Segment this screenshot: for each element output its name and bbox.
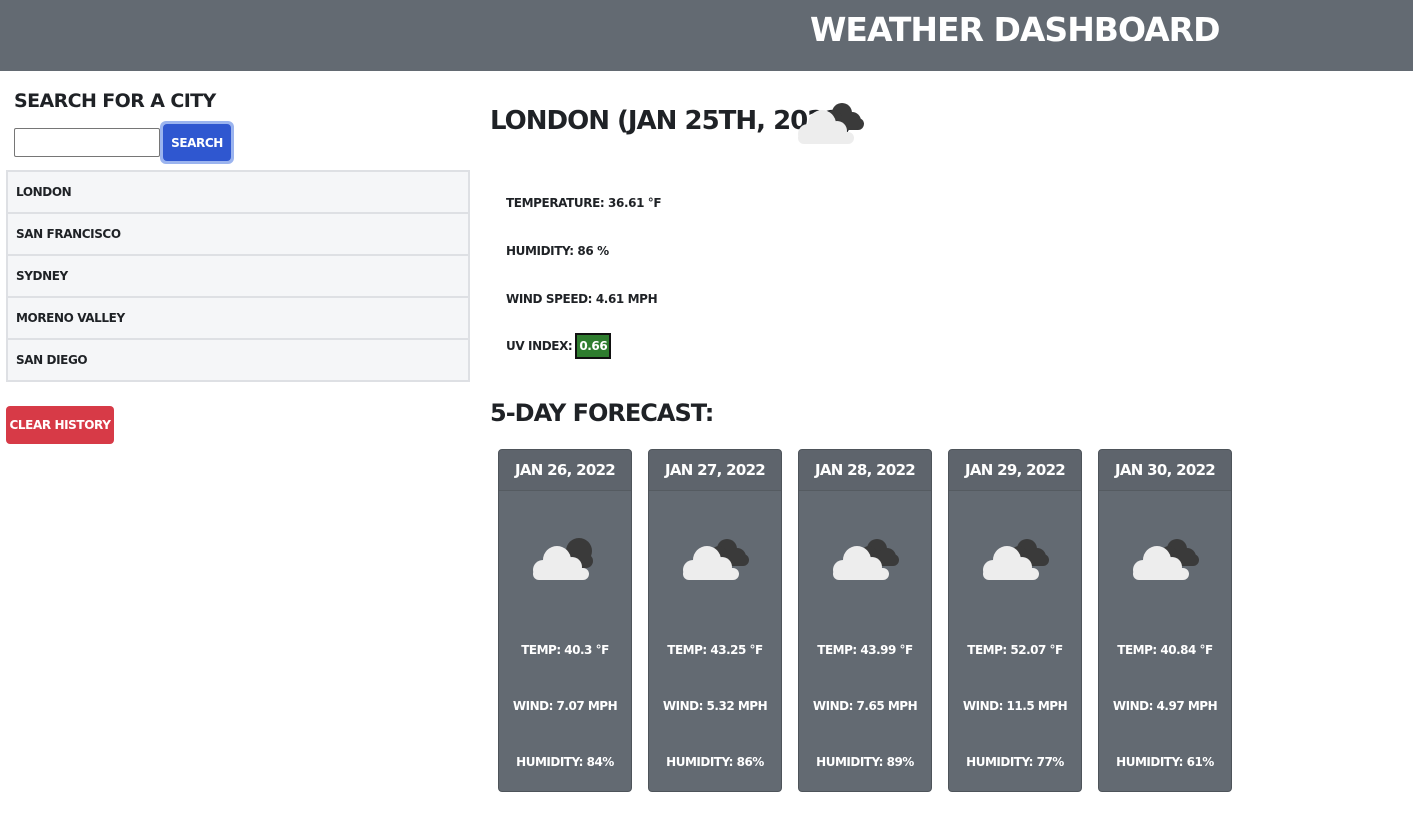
current-uv-row: UV Index: 0.66 bbox=[506, 333, 612, 359]
forecast-humidity: Humidity: 84% bbox=[516, 755, 614, 769]
broken-clouds-icon bbox=[683, 539, 749, 580]
city-search-input[interactable] bbox=[14, 128, 160, 157]
forecast-card: Jan 26, 2022 Temp: 40.3 °F Wind: 7.07 MP… bbox=[498, 449, 632, 792]
broken-clouds-icon bbox=[1133, 539, 1199, 580]
forecast-temp: Temp: 43.99 °F bbox=[817, 643, 913, 657]
history-item-moreno-valley[interactable]: Moreno Valley bbox=[8, 298, 468, 340]
app-title: Weather Dashboard bbox=[810, 10, 1220, 49]
forecast-heading: 5-Day Forecast: bbox=[490, 399, 714, 427]
current-wind-speed: Wind Speed: 4.61 MPH bbox=[506, 292, 658, 306]
forecast-temp: Temp: 43.25 °F bbox=[667, 643, 763, 657]
current-humidity: Humidity: 86 % bbox=[506, 244, 609, 258]
forecast-wind: Wind: 7.65 MPH bbox=[812, 699, 918, 713]
search-button[interactable]: Search bbox=[160, 121, 234, 164]
forecast-card: Jan 27, 2022 Temp: 43.25 °F Wind: 5.32 M… bbox=[648, 449, 782, 792]
forecast-card: Jan 30, 2022 Temp: 40.84 °F Wind: 4.97 M… bbox=[1098, 449, 1232, 792]
forecast-date: Jan 26, 2022 bbox=[499, 450, 631, 491]
broken-clouds-icon bbox=[983, 539, 1049, 580]
cloud-icon bbox=[533, 538, 593, 580]
history-item-san-diego[interactable]: San Diego bbox=[8, 340, 468, 380]
forecast-humidity: Humidity: 77% bbox=[966, 755, 1064, 769]
forecast-temp: Temp: 52.07 °F bbox=[967, 643, 1063, 657]
history-item-sydney[interactable]: Sydney bbox=[8, 256, 468, 298]
search-button-label: Search bbox=[163, 124, 231, 161]
uv-index-badge: 0.66 bbox=[575, 333, 612, 359]
forecast-date: Jan 29, 2022 bbox=[949, 450, 1081, 491]
forecast-humidity: Humidity: 86% bbox=[666, 755, 764, 769]
forecast-humidity: Humidity: 61% bbox=[1116, 755, 1214, 769]
history-item-london[interactable]: London bbox=[8, 172, 468, 214]
forecast-temp: Temp: 40.3 °F bbox=[521, 643, 609, 657]
forecast-wind: Wind: 11.5 MPH bbox=[962, 699, 1068, 713]
search-heading: Search for a City bbox=[14, 90, 216, 112]
broken-clouds-icon bbox=[798, 103, 864, 144]
forecast-date: Jan 30, 2022 bbox=[1099, 450, 1231, 491]
forecast-wind: Wind: 5.32 MPH bbox=[662, 699, 768, 713]
broken-clouds-icon bbox=[833, 539, 899, 580]
current-temperature: Temperature: 36.61 °F bbox=[506, 196, 662, 210]
forecast-humidity: Humidity: 89% bbox=[816, 755, 914, 769]
forecast-wind: Wind: 4.97 MPH bbox=[1112, 699, 1218, 713]
forecast-date: Jan 28, 2022 bbox=[799, 450, 931, 491]
forecast-card: Jan 28, 2022 Temp: 43.99 °F Wind: 7.65 M… bbox=[798, 449, 932, 792]
forecast-wind: Wind: 7.07 MPH bbox=[512, 699, 618, 713]
forecast-temp: Temp: 40.84 °F bbox=[1117, 643, 1213, 657]
clear-history-button[interactable]: Clear History bbox=[6, 406, 114, 444]
search-history-list: London San Francisco Sydney Moreno Valle… bbox=[6, 170, 470, 382]
header-bar: Weather Dashboard bbox=[0, 0, 1413, 71]
forecast-card: Jan 29, 2022 Temp: 52.07 °F Wind: 11.5 M… bbox=[948, 449, 1082, 792]
forecast-date: Jan 27, 2022 bbox=[649, 450, 781, 491]
history-item-san-francisco[interactable]: San Francisco bbox=[8, 214, 468, 256]
uv-index-label: UV Index: bbox=[506, 339, 573, 353]
